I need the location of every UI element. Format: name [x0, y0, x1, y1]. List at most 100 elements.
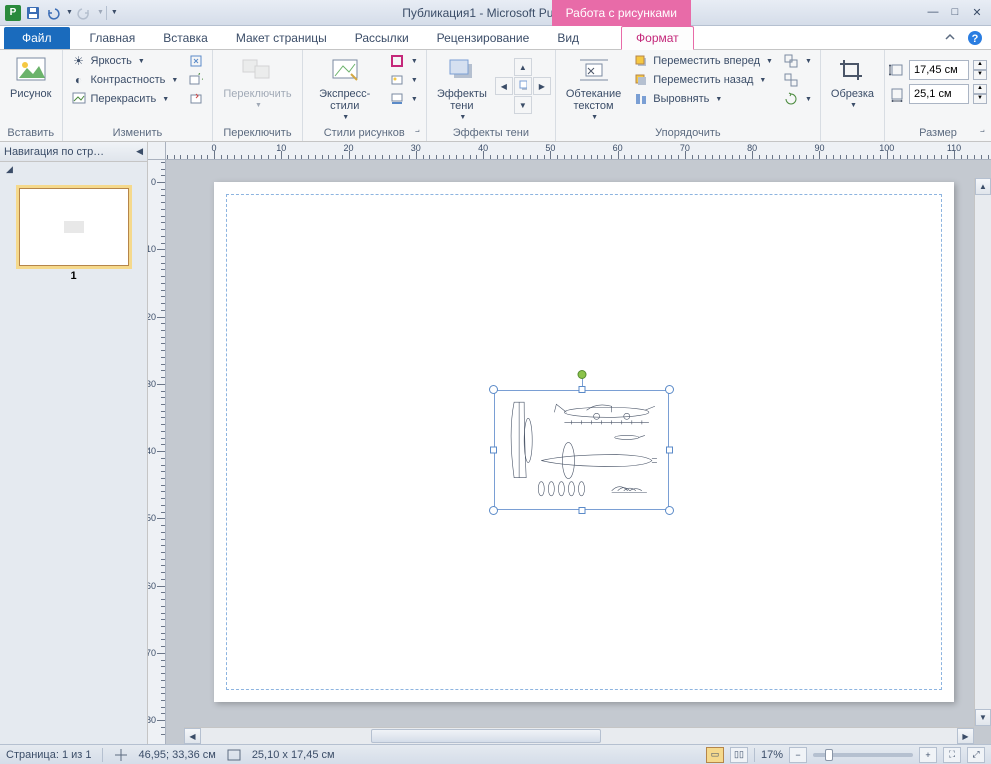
wrap-text-button[interactable]: Обтекание текстом ▼ — [560, 52, 627, 123]
navigation-collapse[interactable]: ◀ — [136, 146, 143, 157]
height-up[interactable]: ▲ — [973, 60, 987, 70]
fit-page[interactable]: ⛶ — [943, 747, 961, 763]
rotate-icon — [783, 91, 799, 107]
brightness-icon: ☀ — [71, 53, 87, 69]
swap-button: Переключить ▼ — [217, 52, 297, 111]
tab-format[interactable]: Формат — [621, 26, 694, 50]
fit-width[interactable]: ⤢ — [967, 747, 985, 763]
tab-home[interactable]: Главная — [76, 27, 150, 49]
horizontal-scrollbar[interactable]: ◀ ▶ — [184, 727, 974, 744]
group-swap: Переключить ▼ Переключить — [213, 50, 302, 141]
redo-dropdown[interactable]: ▼ — [97, 9, 104, 16]
picture-content — [496, 392, 667, 508]
scroll-left[interactable]: ◀ — [184, 728, 201, 744]
nudge-shadow-right[interactable]: ▶ — [533, 77, 551, 95]
close-button[interactable]: ✕ — [969, 6, 985, 20]
scroll-right[interactable]: ▶ — [957, 728, 974, 744]
view-single-page[interactable]: ▭ — [706, 747, 724, 763]
maximize-button[interactable]: □ — [947, 6, 963, 20]
nudge-shadow-down[interactable]: ▼ — [514, 96, 532, 114]
resize-handle-nw[interactable] — [489, 385, 498, 394]
scroll-down[interactable]: ▼ — [975, 709, 991, 726]
rotation-handle[interactable] — [577, 370, 586, 379]
wrap-text-icon — [578, 54, 610, 86]
ungroup-button[interactable] — [779, 71, 816, 89]
ruler-corner[interactable] — [148, 142, 166, 160]
resize-handle-s[interactable] — [578, 507, 585, 514]
zoom-out[interactable]: − — [789, 747, 807, 763]
resize-handle-se[interactable] — [665, 506, 674, 515]
qat-customize[interactable]: ▼ — [111, 9, 118, 16]
page-viewport[interactable]: ▲ ▼ ◀ ▶ — [166, 160, 991, 744]
resize-handle-w[interactable] — [490, 447, 497, 454]
zoom-slider[interactable] — [813, 753, 913, 757]
crop-button[interactable]: Обрезка ▼ — [825, 52, 880, 111]
zoom-level[interactable]: 17% — [761, 749, 783, 761]
file-tab[interactable]: Файл — [4, 27, 70, 49]
help-icon[interactable]: ? — [967, 30, 983, 46]
caption-button[interactable]: ▼ — [385, 90, 422, 108]
reset-picture-button[interactable] — [184, 90, 208, 108]
recolor-button[interactable]: Перекрасить ▼ — [67, 90, 183, 108]
selected-picture[interactable] — [494, 390, 669, 510]
resize-handle-ne[interactable] — [665, 385, 674, 394]
brightness-button[interactable]: ☀ Яркость ▼ — [67, 52, 183, 70]
tab-insert[interactable]: Вставка — [149, 27, 222, 49]
nudge-shadow-up[interactable]: ▲ — [514, 58, 532, 76]
width-down[interactable]: ▼ — [973, 94, 987, 104]
resize-handle-e[interactable] — [666, 447, 673, 454]
group-size-label[interactable]: Размер — [889, 126, 987, 141]
group-styles-label[interactable]: Стили рисунков — [307, 126, 422, 141]
minimize-button[interactable]: — — [925, 6, 941, 20]
width-up[interactable]: ▲ — [973, 84, 987, 94]
nudge-shadow-left[interactable]: ◀ — [495, 77, 513, 95]
tab-mailings[interactable]: Рассылки — [341, 27, 423, 49]
app-icon[interactable]: P — [4, 4, 22, 22]
align-button[interactable]: Выровнять ▼ — [629, 90, 777, 108]
tab-review[interactable]: Рецензирование — [423, 27, 544, 49]
minimize-ribbon-icon[interactable] — [943, 30, 959, 46]
undo-dropdown[interactable]: ▼ — [66, 9, 73, 16]
tab-page-layout[interactable]: Макет страницы — [222, 27, 341, 49]
page[interactable] — [214, 182, 954, 702]
height-input[interactable] — [909, 60, 969, 80]
rotate-button[interactable]: ▼ — [779, 90, 816, 108]
width-input[interactable] — [909, 84, 969, 104]
redo-icon[interactable] — [75, 4, 93, 22]
save-icon[interactable] — [24, 4, 42, 22]
group-arrange: Обтекание текстом ▼ Переместить вперед ▼… — [556, 50, 821, 141]
zoom-in[interactable]: + — [919, 747, 937, 763]
picture-button[interactable]: Рисунок — [4, 52, 58, 102]
group-adjust: ☀ Яркость ▼ ◐ Контрастность ▼ Перекрасит… — [63, 50, 214, 141]
compress-button[interactable] — [184, 52, 208, 70]
change-picture-button[interactable] — [184, 71, 208, 89]
view-two-page[interactable]: ▯▯ — [730, 747, 748, 763]
undo-icon[interactable] — [44, 4, 62, 22]
send-backward-button[interactable]: Переместить назад ▼ — [629, 71, 777, 89]
canvas-area: 0102030405060708090100110 01020304050607… — [148, 142, 991, 744]
status-page[interactable]: Страница: 1 из 1 — [6, 749, 92, 761]
horizontal-ruler[interactable]: 0102030405060708090100110 — [166, 142, 991, 160]
picture-border-button[interactable]: ▼ — [385, 52, 422, 70]
picture-shape-button[interactable]: ▼ — [385, 71, 422, 89]
shadow-toggle[interactable] — [514, 77, 532, 95]
vertical-scrollbar[interactable]: ▲ ▼ — [974, 178, 991, 726]
scroll-up[interactable]: ▲ — [975, 178, 991, 195]
contrast-button[interactable]: ◐ Контрастность ▼ — [67, 71, 183, 89]
height-down[interactable]: ▼ — [973, 70, 987, 80]
nav-zoom[interactable]: ◢ — [0, 162, 147, 176]
vertical-ruler[interactable]: 01020304050607080 — [148, 160, 166, 744]
resize-handle-n[interactable] — [578, 386, 585, 393]
express-styles-button[interactable]: Экспресс-стили ▼ — [307, 52, 383, 123]
bring-forward-button[interactable]: Переместить вперед ▼ — [629, 52, 777, 70]
group-arrange-label: Упорядочить — [560, 126, 816, 141]
scroll-thumb[interactable] — [371, 729, 601, 743]
resize-handle-sw[interactable] — [489, 506, 498, 515]
tab-view[interactable]: Вид — [543, 27, 593, 49]
align-icon — [633, 91, 649, 107]
recolor-icon — [71, 91, 87, 107]
shadow-effects-button[interactable]: Эффекты тени ▼ — [431, 52, 493, 123]
group-button[interactable]: ▼ — [779, 52, 816, 70]
page-thumbnail[interactable] — [19, 188, 129, 266]
send-backward-icon — [633, 72, 649, 88]
